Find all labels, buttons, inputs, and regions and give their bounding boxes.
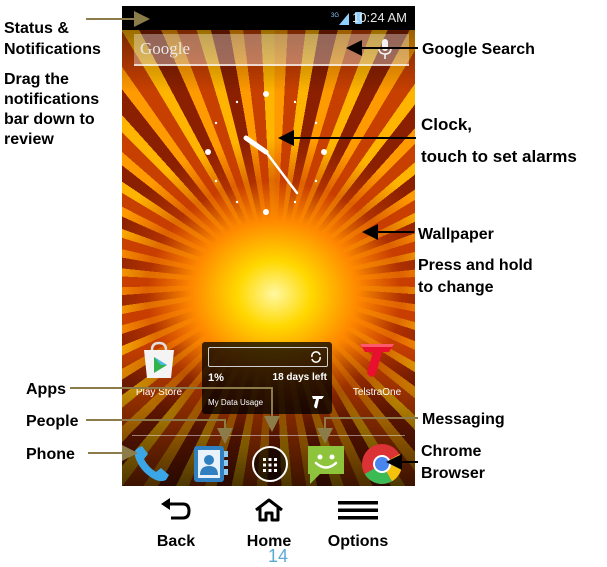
- arrow-people: [86, 419, 233, 444]
- arrow-apps: [70, 387, 280, 432]
- arrow-messaging: [317, 417, 418, 444]
- callout-arrows: [70, 11, 418, 470]
